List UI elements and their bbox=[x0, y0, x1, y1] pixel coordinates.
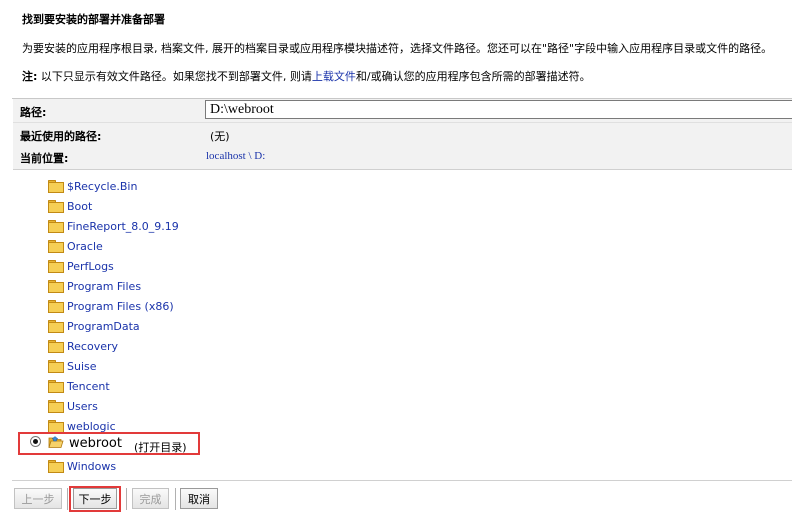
note-text-1: 以下只显示有效文件路径。如果您找不到部署文件, 则请 bbox=[37, 70, 312, 83]
open-folder-icon bbox=[48, 436, 64, 448]
folder-link[interactable]: Users bbox=[67, 400, 98, 413]
folder-icon bbox=[48, 380, 64, 393]
folder-item[interactable]: PerfLogs bbox=[48, 257, 114, 275]
folder-link[interactable]: Program Files bbox=[67, 280, 141, 293]
folder-item[interactable]: ProgramData bbox=[48, 317, 140, 335]
folder-item[interactable]: Suise bbox=[48, 357, 97, 375]
folder-icon bbox=[48, 220, 64, 233]
upload-file-link[interactable]: 上载文件 bbox=[312, 70, 356, 83]
folder-item[interactable]: Users bbox=[48, 397, 98, 415]
current-location-label: 当前位置: bbox=[20, 152, 69, 165]
recent-paths-value: (无) bbox=[210, 130, 230, 143]
folder-item[interactable]: FineReport_8.0_9.19 bbox=[48, 217, 179, 235]
folder-item[interactable]: Program Files (x86) bbox=[48, 297, 174, 315]
folder-icon bbox=[48, 300, 64, 313]
folder-icon bbox=[48, 200, 64, 213]
folder-link[interactable]: Oracle bbox=[67, 240, 103, 253]
note-label: 注: bbox=[22, 70, 38, 83]
cancel-button[interactable]: 取消 bbox=[180, 488, 218, 509]
folder-link[interactable]: Boot bbox=[67, 200, 92, 213]
folder-link[interactable]: Suise bbox=[67, 360, 97, 373]
folder-link[interactable]: PerfLogs bbox=[67, 260, 114, 273]
folder-icon bbox=[48, 420, 64, 433]
folder-item[interactable]: Boot bbox=[48, 197, 92, 215]
folder-link[interactable]: FineReport_8.0_9.19 bbox=[67, 220, 179, 233]
button-separator bbox=[67, 488, 68, 510]
folder-item[interactable]: Windows bbox=[48, 457, 116, 475]
folder-icon bbox=[48, 240, 64, 253]
folder-link[interactable]: $Recycle.Bin bbox=[67, 180, 137, 193]
folder-link[interactable]: weblogic bbox=[67, 420, 116, 433]
folder-item[interactable]: Tencent bbox=[48, 377, 110, 395]
button-separator bbox=[175, 488, 176, 510]
folder-item[interactable]: Program Files bbox=[48, 277, 141, 295]
folder-icon bbox=[48, 180, 64, 193]
folder-icon bbox=[48, 360, 64, 373]
open-directory-label: (打开目录) bbox=[134, 441, 187, 454]
note-text-2: 和/或确认您的应用程序包含所需的部署描述符。 bbox=[355, 70, 591, 83]
folder-item[interactable]: Recovery bbox=[48, 337, 118, 355]
folder-item[interactable]: Oracle bbox=[48, 237, 103, 255]
folder-link[interactable]: Program Files (x86) bbox=[67, 300, 174, 313]
path-label: 路径: bbox=[20, 106, 47, 119]
divider bbox=[13, 122, 792, 123]
divider bbox=[13, 169, 792, 170]
folder-icon bbox=[48, 340, 64, 353]
folder-icon bbox=[48, 320, 64, 333]
folder-link[interactable]: Recovery bbox=[67, 340, 118, 353]
folder-link[interactable]: Tencent bbox=[67, 380, 110, 393]
button-separator bbox=[126, 488, 127, 510]
folder-icon bbox=[48, 400, 64, 413]
folder-item[interactable]: $Recycle.Bin bbox=[48, 177, 137, 195]
folder-icon bbox=[48, 260, 64, 273]
folder-link[interactable]: ProgramData bbox=[67, 320, 140, 333]
folder-link[interactable]: Windows bbox=[67, 460, 116, 473]
next-button-highlight bbox=[69, 486, 121, 512]
path-input[interactable] bbox=[205, 100, 792, 119]
current-location-breadcrumb[interactable]: localhost \ D: bbox=[206, 150, 265, 162]
folder-icon bbox=[48, 460, 64, 473]
webroot-label[interactable]: webroot bbox=[69, 436, 122, 451]
recent-paths-label: 最近使用的路径: bbox=[20, 130, 102, 143]
divider bbox=[12, 480, 792, 481]
folder-icon bbox=[48, 280, 64, 293]
page-description: 为要安装的应用程序根目录, 档案文件, 展开的档案目录或应用程序模块描述符，选择… bbox=[22, 42, 773, 55]
finish-button[interactable]: 完成 bbox=[132, 488, 169, 509]
webroot-radio[interactable] bbox=[30, 436, 41, 447]
page-title: 找到要安装的部署并准备部署 bbox=[22, 13, 165, 26]
note: 注: 以下只显示有效文件路径。如果您找不到部署文件, 则请上载文件和/或确认您的… bbox=[22, 68, 591, 84]
prev-button[interactable]: 上一步 bbox=[14, 488, 62, 509]
